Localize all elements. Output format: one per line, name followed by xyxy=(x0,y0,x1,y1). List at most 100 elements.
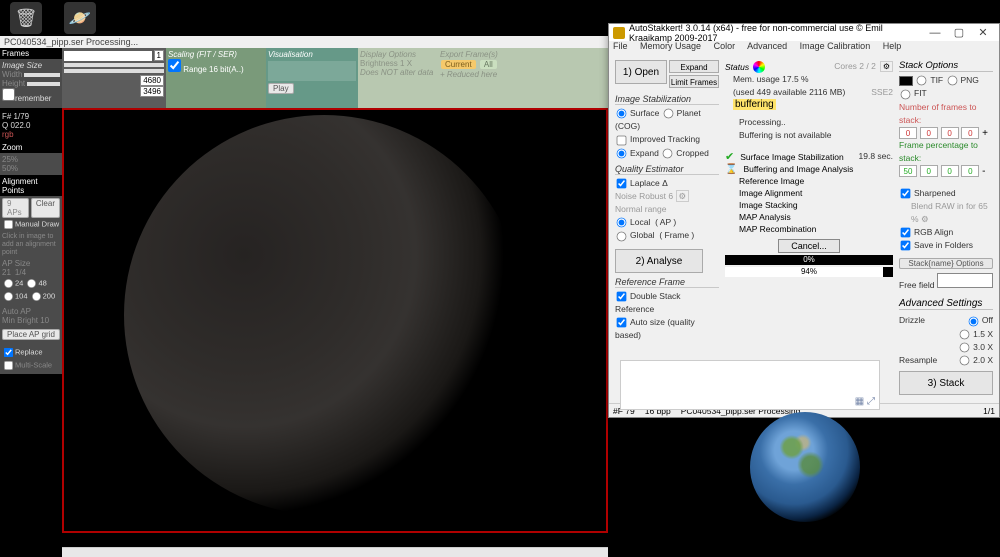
nf-1[interactable]: 0 xyxy=(899,127,917,139)
export-current-button[interactable]: Current xyxy=(441,60,476,69)
export-header: Export Frame(s) xyxy=(440,50,606,59)
earth-image xyxy=(750,412,860,522)
zoom-50[interactable]: 50% xyxy=(2,164,60,173)
menu-advanced[interactable]: Advanced xyxy=(747,41,787,51)
ap-hint: Click in image to add an alignment point xyxy=(2,233,60,257)
horizontal-scrollbar[interactable] xyxy=(62,547,608,557)
expand-radio[interactable]: Expand Cropped xyxy=(615,147,719,160)
ap-size-label: AP Size xyxy=(2,259,60,268)
min-bright-label: Min Bright 10 xyxy=(2,316,60,325)
brightness-label: Brightness 1 X xyxy=(360,59,436,68)
grid-icon[interactable]: ▦ xyxy=(855,396,864,407)
double-stack-checkbox[interactable]: Double Stack Reference xyxy=(615,290,719,316)
pf-3[interactable]: 0 xyxy=(941,165,959,177)
minimize-button[interactable]: — xyxy=(923,27,947,39)
noalter-label: Does NOT alter data xyxy=(360,68,436,77)
clear-button[interactable]: Clear xyxy=(31,198,60,218)
as-titlebar[interactable]: AutoStakkert! 3.0.14 (x64) - free for no… xyxy=(609,24,999,41)
frame-indicator: F# 1/79 xyxy=(2,112,60,121)
step-bia: Buffering and Image Analysis xyxy=(743,163,853,175)
gear-icon[interactable]: ⚙ xyxy=(921,214,929,224)
mem-usage: Mem. usage 17.5 % xyxy=(733,73,893,86)
cores-gear-icon[interactable]: ⚙ xyxy=(880,61,893,72)
as-title: AutoStakkert! 3.0.14 (x64) - free for no… xyxy=(629,23,923,43)
cancel-button[interactable]: Cancel... xyxy=(778,239,840,253)
local-radio[interactable]: Local ( AP ) xyxy=(615,216,719,229)
step-map: MAP Analysis xyxy=(739,211,893,223)
menu-color[interactable]: Color xyxy=(714,41,736,51)
remember-checkbox[interactable]: remember xyxy=(2,94,51,103)
reference-header: Reference Frame xyxy=(615,277,719,288)
width-value: 4680 xyxy=(140,75,164,86)
image-viewport[interactable] xyxy=(62,108,608,533)
autosize-checkbox[interactable]: Auto size (quality based) xyxy=(615,316,719,342)
menu-help[interactable]: Help xyxy=(883,41,902,51)
laplace-checkbox[interactable]: Laplace Δ xyxy=(615,177,719,190)
range-checkbox[interactable]: Range 16 bit(A..) xyxy=(168,65,244,74)
zoom-25[interactable]: 25% xyxy=(2,155,60,164)
hourglass-icon: ⌛ xyxy=(725,164,737,175)
play-button[interactable]: Play xyxy=(268,83,294,94)
viewer-window: PC040534_pipp.ser Processing... Frames I… xyxy=(0,36,608,557)
noise-robust[interactable]: Noise Robust 6 ⚙ xyxy=(615,190,719,203)
stack-button[interactable]: 3) Stack xyxy=(899,371,993,395)
export-all-button[interactable]: All xyxy=(480,60,497,69)
menu-memory[interactable]: Memory Usage xyxy=(640,41,701,51)
pf-4[interactable]: 0 xyxy=(961,165,979,177)
rgb-align-checkbox[interactable]: RGB Align xyxy=(899,226,993,239)
frame-slider[interactable] xyxy=(64,51,152,61)
replace-checkbox[interactable]: Replace xyxy=(2,346,60,359)
pf-1[interactable]: 50 xyxy=(899,165,917,177)
color-swatch[interactable] xyxy=(899,76,913,86)
progress-top: 0% xyxy=(725,255,893,265)
sharpened-checkbox[interactable]: Sharpened xyxy=(899,187,993,200)
slider[interactable] xyxy=(64,63,164,67)
as-menubar[interactable]: File Memory Usage Color Advanced Image C… xyxy=(609,41,999,56)
as-stack-column: Stack Options TIF PNG FIT Number of fram… xyxy=(899,60,993,397)
aps-button[interactable]: 9 APs xyxy=(2,198,29,218)
multiscale-checkbox[interactable]: Multi-Scale xyxy=(2,359,60,372)
nf-2[interactable]: 0 xyxy=(920,127,938,139)
step-sis: Surface Image Stabilization xyxy=(740,151,843,163)
nf-4[interactable]: 0 xyxy=(961,127,979,139)
limit-frames-button[interactable]: Limit Frames xyxy=(669,75,719,88)
progress-bottom: 94% xyxy=(725,267,893,277)
scaling-panel: Scaling (FIT / SER) Range 16 bit(A..) xyxy=(166,48,266,108)
expand-icon[interactable]: ⤢ xyxy=(867,396,875,407)
open-button[interactable]: 1) Open xyxy=(615,60,667,84)
as-app-icon xyxy=(613,27,625,39)
ap-header: Alignment Points xyxy=(0,176,62,196)
viewer-titlebar[interactable]: PC040534_pipp.ser Processing... xyxy=(0,36,608,48)
step-stack: Image Stacking xyxy=(739,199,893,211)
mem-detail: (used 449 available 2116 MB) xyxy=(733,86,845,99)
buffering-badge: buffering xyxy=(733,99,776,110)
menu-calib[interactable]: Image Calibration xyxy=(800,41,871,51)
thumbnail-panel: ▦ ⤢ xyxy=(620,360,880,410)
ap-104[interactable]: 104 200 xyxy=(2,290,60,303)
status-header: Status xyxy=(725,62,749,72)
save-folders-checkbox[interactable]: Save in Folders xyxy=(899,239,993,252)
slider[interactable] xyxy=(64,69,164,73)
global-radio[interactable]: Global ( Frame ) xyxy=(615,229,719,242)
zoom-header: Zoom xyxy=(0,142,62,153)
processing-label: Processing.. xyxy=(739,116,893,129)
expand-button[interactable]: Expand xyxy=(669,60,719,73)
stackname-button[interactable]: Stack{name} Options xyxy=(899,258,993,269)
vis-header: Visualisation xyxy=(268,50,356,59)
nf-3[interactable]: 0 xyxy=(941,127,959,139)
maximize-button[interactable]: ▢ xyxy=(947,26,971,39)
freefield-input[interactable] xyxy=(937,273,993,288)
manual-draw-checkbox[interactable]: Manual Draw xyxy=(2,218,60,231)
close-button[interactable]: ✕ xyxy=(971,26,995,39)
as-left-column: 1) Open Expand Limit Frames Image Stabil… xyxy=(615,60,719,397)
place-ap-button[interactable]: Place AP grid xyxy=(2,329,60,340)
pf-2[interactable]: 0 xyxy=(920,165,938,177)
improved-checkbox[interactable]: Improved Tracking xyxy=(615,133,719,146)
surface-radio[interactable]: Surface Planet (COG) xyxy=(615,107,719,133)
image-size-header: Image Size xyxy=(2,61,60,70)
step-ref: Reference Image xyxy=(739,175,893,187)
stack-options-header: Stack Options xyxy=(899,60,993,72)
menu-file[interactable]: File xyxy=(613,41,628,51)
analyse-button[interactable]: 2) Analyse xyxy=(615,249,703,273)
ap-24[interactable]: 24 48 xyxy=(2,277,60,290)
